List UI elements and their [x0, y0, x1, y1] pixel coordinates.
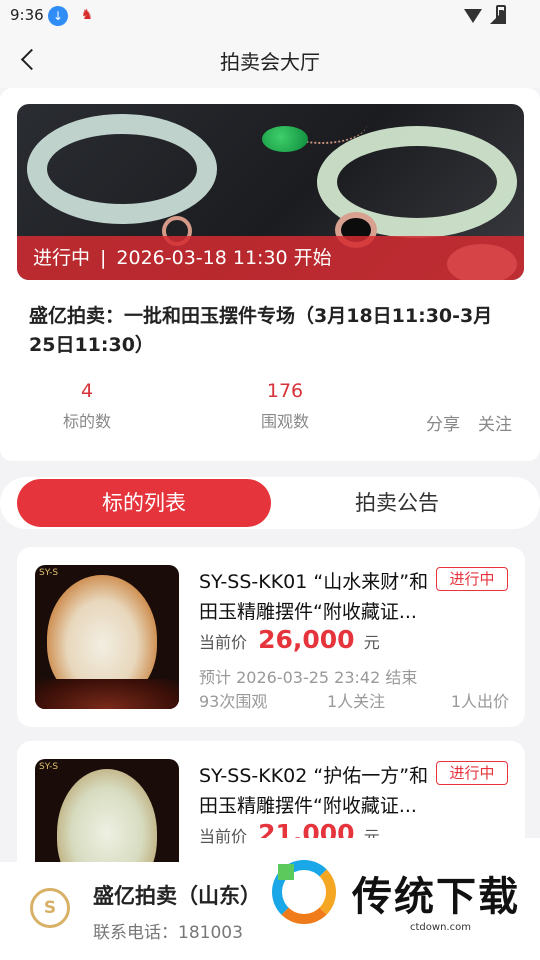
status-time: 9:36: [10, 6, 44, 24]
wifi-icon: [464, 9, 482, 23]
watermark-domain: ctdown.com: [410, 922, 471, 933]
lot-name: SY-SS-KK01 “山水来财”和田玉精雕摆件“附收藏证...: [199, 571, 429, 623]
tab-announcement[interactable]: 拍卖公告: [270, 479, 524, 527]
auction-status-strip: 进行中 | 2026-03-18 11:30 开始: [17, 236, 524, 280]
stat-label: 围观数: [260, 412, 309, 431]
follow-label: 关注: [478, 415, 512, 435]
page-title: 拍卖会大厅: [220, 50, 320, 74]
status-bar: 9:36 ↓ ♞: [0, 0, 540, 32]
org-logo-icon: S: [30, 888, 70, 928]
battery-icon: [496, 5, 506, 23]
share-button[interactable]: 分享: [418, 380, 468, 435]
stat-lot-count: 4 标的数: [57, 380, 117, 432]
green-pendant-image: [262, 126, 308, 152]
auction-status: 进行中: [33, 247, 91, 269]
tab-bar: 标的列表 拍卖公告: [0, 477, 540, 529]
stat-label: 标的数: [62, 412, 111, 431]
site-watermark: 传统下载 ctdown.com: [260, 838, 540, 944]
lot-item[interactable]: SY-S SY-SS-KK01 “山水来财”和田玉精雕摆件“附收藏证... 进行…: [17, 547, 525, 727]
stat-view-count: 176 围观数: [250, 380, 320, 432]
jade-bangle-image: [27, 114, 217, 224]
lot-status-badge: 进行中: [436, 567, 508, 591]
separator: |: [100, 247, 107, 269]
follow-icon: [470, 380, 520, 404]
bid-count: 1人出价: [450, 692, 509, 711]
lot-thumbnail: SY-S: [35, 565, 179, 709]
thumbnail-watermark: SY-S: [39, 568, 59, 578]
watermark-brand: 传统下载: [352, 874, 520, 920]
stat-value: 176: [266, 380, 304, 402]
thumbnail-watermark: SY-S: [39, 762, 59, 772]
lot-status-badge: 进行中: [436, 761, 508, 785]
price-label: 当前价: [199, 633, 248, 652]
watermark-dot-icon: [278, 864, 294, 880]
share-label: 分享: [426, 415, 460, 435]
auction-title: 盛亿拍卖：一批和田玉摆件专场（3月18日11:30-3月25日11:30）: [29, 305, 493, 356]
price-unit: 元: [363, 633, 380, 652]
auction-banner[interactable]: 进行中 | 2026-03-18 11:30 开始: [17, 104, 524, 280]
download-icon: ↓: [48, 6, 68, 26]
tab-lot-list[interactable]: 标的列表: [17, 479, 271, 527]
follow-count: 1人关注: [327, 692, 386, 711]
price-row: 当前价 26,000 元: [199, 625, 380, 659]
org-name: 盛亿拍卖（山东）: [93, 884, 261, 908]
current-price: 26,000: [258, 625, 355, 654]
price-label: 当前价: [199, 827, 248, 846]
app-icon: ♞: [80, 7, 94, 23]
auction-card: 进行中 | 2026-03-18 11:30 开始 盛亿拍卖：一批和田玉摆件专场（3…: [0, 88, 540, 461]
nav-bar: 拍卖会大厅: [0, 32, 540, 88]
lot-name: SY-SS-KK02 “护佑一方”和田玉精雕摆件“附收藏证...: [199, 765, 429, 817]
contact-phone[interactable]: 联系电话：181003: [93, 918, 243, 943]
share-icon: [418, 380, 468, 404]
stat-value: 4: [80, 380, 94, 402]
wood-base-image: [35, 679, 179, 709]
view-count: 93次围观: [199, 692, 268, 711]
end-time: 预计 2026-03-25 23:42 结束: [199, 668, 418, 687]
follow-button[interactable]: 关注: [470, 380, 520, 435]
auction-start: 2026-03-18 11:30 开始: [116, 247, 332, 269]
